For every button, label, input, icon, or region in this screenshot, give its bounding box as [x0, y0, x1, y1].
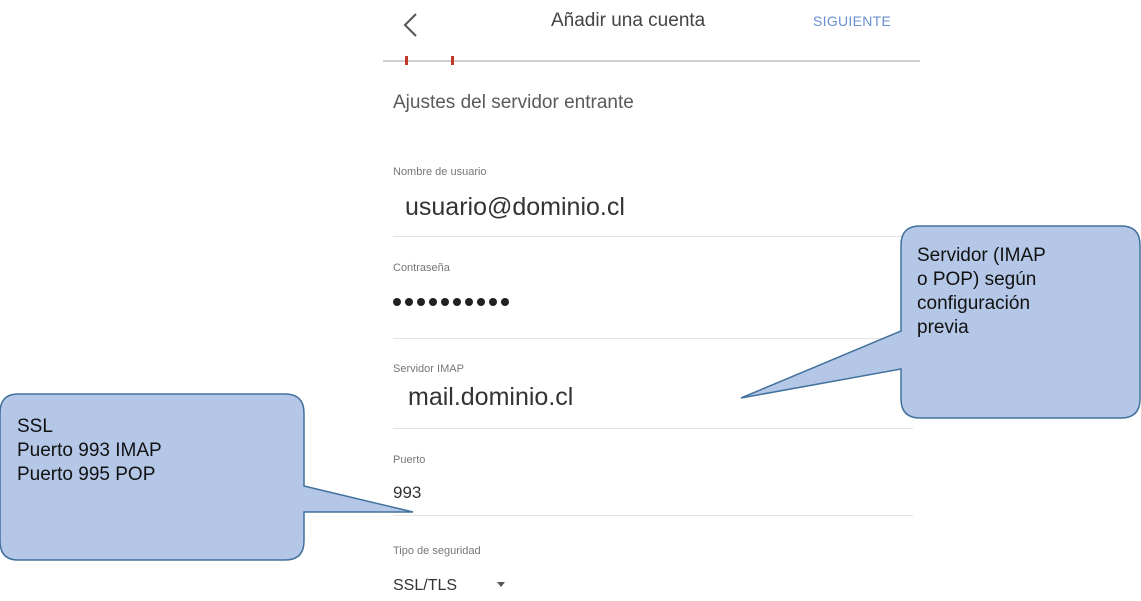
- server-callout: Servidor (IMAP o POP) según configuració…: [917, 244, 1046, 340]
- ssl-callout: SSL Puerto 993 IMAP Puerto 995 POP: [17, 415, 162, 487]
- callout-line: SSL: [17, 416, 53, 437]
- callout-line: Puerto 995 POP: [17, 464, 156, 485]
- callout-line: Puerto 993 IMAP: [17, 440, 162, 461]
- callout-line: configuración: [917, 293, 1031, 314]
- callout-line: previa: [917, 317, 969, 338]
- callout-line: Servidor (IMAP: [917, 245, 1046, 266]
- callout-line: o POP) según: [917, 269, 1037, 290]
